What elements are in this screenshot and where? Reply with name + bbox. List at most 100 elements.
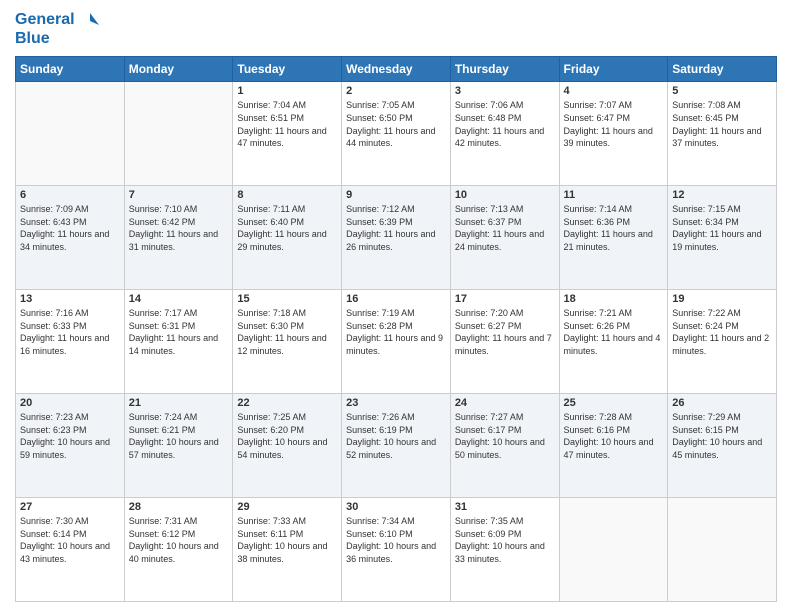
- day-number: 25: [564, 397, 664, 409]
- calendar-day-cell: 5Sunrise: 7:08 AMSunset: 6:45 PMDaylight…: [668, 82, 777, 186]
- calendar-table: Sunday Monday Tuesday Wednesday Thursday…: [15, 56, 777, 602]
- calendar-day-cell: 16 Sunrise: 7:19 AMSunset: 6:28 PMDayligh…: [342, 290, 451, 394]
- day-info: Sunrise: 7:26 AMSunset: 6:19 PMDaylight:…: [346, 411, 446, 461]
- day-info: Sunrise: 7:20 AMSunset: 6:27 PMDaylight:…: [455, 307, 555, 357]
- calendar-day-cell: 26 Sunrise: 7:29 AMSunset: 6:15 PMDayligh…: [668, 394, 777, 498]
- day-number: 1: [237, 85, 337, 97]
- day-info: Sunrise: 7:33 AMSunset: 6:11 PMDaylight:…: [237, 515, 337, 565]
- day-info: Sunrise: 7:19 AMSunset: 6:28 PMDaylight:…: [346, 307, 446, 357]
- calendar-day-cell: 24 Sunrise: 7:27 AMSunset: 6:17 PMDayligh…: [450, 394, 559, 498]
- day-info: Sunrise: 7:34 AMSunset: 6:10 PMDaylight:…: [346, 515, 446, 565]
- day-number: 6: [20, 189, 120, 201]
- day-info: Sunrise: 7:09 AMSunset: 6:43 PMDaylight:…: [20, 203, 120, 253]
- logo-blue-text: Blue: [15, 29, 99, 48]
- day-number: 23: [346, 397, 446, 409]
- day-number: 29: [237, 501, 337, 513]
- calendar-day-cell: 17 Sunrise: 7:20 AMSunset: 6:27 PMDayligh…: [450, 290, 559, 394]
- logo-text: General: [15, 10, 99, 29]
- day-info: Sunrise: 7:04 AMSunset: 6:51 PMDaylight:…: [237, 99, 337, 149]
- day-info: Sunrise: 7:17 AMSunset: 6:31 PMDaylight:…: [129, 307, 229, 357]
- day-number: 28: [129, 501, 229, 513]
- logo: General Blue: [15, 10, 99, 48]
- day-number: 17: [455, 293, 555, 305]
- col-sunday: Sunday: [16, 57, 125, 82]
- calendar-day-cell: 7 Sunrise: 7:10 AMSunset: 6:42 PMDaylight…: [124, 186, 233, 290]
- day-info: Sunrise: 7:24 AMSunset: 6:21 PMDaylight:…: [129, 411, 229, 461]
- calendar-day-cell: 31Sunrise: 7:35 AMSunset: 6:09 PMDayligh…: [450, 498, 559, 602]
- day-info: Sunrise: 7:10 AMSunset: 6:42 PMDaylight:…: [129, 203, 229, 253]
- calendar-week-row: 27 Sunrise: 7:30 AMSunset: 6:14 PMDayligh…: [16, 498, 777, 602]
- day-number: 30: [346, 501, 446, 513]
- calendar-day-cell: 11Sunrise: 7:14 AMSunset: 6:36 PMDayligh…: [559, 186, 668, 290]
- calendar-day-cell: 6 Sunrise: 7:09 AMSunset: 6:43 PMDaylight…: [16, 186, 125, 290]
- day-number: 13: [20, 293, 120, 305]
- calendar-day-cell: 25 Sunrise: 7:28 AMSunset: 6:16 PMDayligh…: [559, 394, 668, 498]
- day-info: Sunrise: 7:23 AMSunset: 6:23 PMDaylight:…: [20, 411, 120, 461]
- day-number: 22: [237, 397, 337, 409]
- day-number: 12: [672, 189, 772, 201]
- calendar-day-cell: [16, 82, 125, 186]
- calendar-day-cell: 23 Sunrise: 7:26 AMSunset: 6:19 PMDayligh…: [342, 394, 451, 498]
- day-number: 15: [237, 293, 337, 305]
- day-info: Sunrise: 7:31 AMSunset: 6:12 PMDaylight:…: [129, 515, 229, 565]
- calendar-day-cell: 28 Sunrise: 7:31 AMSunset: 6:12 PMDayligh…: [124, 498, 233, 602]
- col-saturday: Saturday: [668, 57, 777, 82]
- calendar-day-cell: 13 Sunrise: 7:16 AMSunset: 6:33 PMDayligh…: [16, 290, 125, 394]
- day-number: 9: [346, 189, 446, 201]
- day-info: Sunrise: 7:21 AMSunset: 6:26 PMDaylight:…: [564, 307, 664, 357]
- day-info: Sunrise: 7:22 AMSunset: 6:24 PMDaylight:…: [672, 307, 772, 357]
- day-info: Sunrise: 7:06 AMSunset: 6:48 PMDaylight:…: [455, 99, 555, 149]
- calendar-day-cell: 2 Sunrise: 7:05 AMSunset: 6:50 PMDaylight…: [342, 82, 451, 186]
- col-friday: Friday: [559, 57, 668, 82]
- day-number: 14: [129, 293, 229, 305]
- calendar-day-cell: [668, 498, 777, 602]
- calendar-day-cell: 12 Sunrise: 7:15 AMSunset: 6:34 PMDayligh…: [668, 186, 777, 290]
- day-info: Sunrise: 7:30 AMSunset: 6:14 PMDaylight:…: [20, 515, 120, 565]
- day-info: Sunrise: 7:11 AMSunset: 6:40 PMDaylight:…: [237, 203, 337, 253]
- day-number: 4: [564, 85, 664, 97]
- calendar-day-cell: 29 Sunrise: 7:33 AMSunset: 6:11 PMDayligh…: [233, 498, 342, 602]
- day-number: 2: [346, 85, 446, 97]
- day-number: 19: [672, 293, 772, 305]
- day-number: 31: [455, 501, 555, 513]
- day-number: 10: [455, 189, 555, 201]
- col-tuesday: Tuesday: [233, 57, 342, 82]
- day-number: 16: [346, 293, 446, 305]
- calendar-day-cell: 4 Sunrise: 7:07 AMSunset: 6:47 PMDaylight…: [559, 82, 668, 186]
- day-number: 7: [129, 189, 229, 201]
- day-info: Sunrise: 7:29 AMSunset: 6:15 PMDaylight:…: [672, 411, 772, 461]
- day-number: 27: [20, 501, 120, 513]
- day-info: Sunrise: 7:13 AMSunset: 6:37 PMDaylight:…: [455, 203, 555, 253]
- day-number: 5: [672, 85, 772, 97]
- calendar-day-cell: 9Sunrise: 7:12 AMSunset: 6:39 PMDaylight…: [342, 186, 451, 290]
- calendar-day-cell: 3 Sunrise: 7:06 AMSunset: 6:48 PMDaylight…: [450, 82, 559, 186]
- calendar-day-cell: 1 Sunrise: 7:04 AMSunset: 6:51 PMDaylight…: [233, 82, 342, 186]
- day-number: 18: [564, 293, 664, 305]
- calendar-day-cell: 15Sunrise: 7:18 AMSunset: 6:30 PMDayligh…: [233, 290, 342, 394]
- calendar-week-row: 6 Sunrise: 7:09 AMSunset: 6:43 PMDaylight…: [16, 186, 777, 290]
- calendar-header-row: Sunday Monday Tuesday Wednesday Thursday…: [16, 57, 777, 82]
- day-info: Sunrise: 7:14 AMSunset: 6:36 PMDaylight:…: [564, 203, 664, 253]
- logo-wing-icon: [81, 11, 99, 29]
- col-monday: Monday: [124, 57, 233, 82]
- day-number: 20: [20, 397, 120, 409]
- day-number: 24: [455, 397, 555, 409]
- calendar-day-cell: 10 Sunrise: 7:13 AMSunset: 6:37 PMDayligh…: [450, 186, 559, 290]
- day-info: Sunrise: 7:07 AMSunset: 6:47 PMDaylight:…: [564, 99, 664, 149]
- calendar-week-row: 13 Sunrise: 7:16 AMSunset: 6:33 PMDayligh…: [16, 290, 777, 394]
- day-info: Sunrise: 7:28 AMSunset: 6:16 PMDaylight:…: [564, 411, 664, 461]
- calendar-day-cell: [559, 498, 668, 602]
- calendar-day-cell: 20 Sunrise: 7:23 AMSunset: 6:23 PMDayligh…: [16, 394, 125, 498]
- day-number: 26: [672, 397, 772, 409]
- calendar-day-cell: 8Sunrise: 7:11 AMSunset: 6:40 PMDaylight…: [233, 186, 342, 290]
- day-info: Sunrise: 7:16 AMSunset: 6:33 PMDaylight:…: [20, 307, 120, 357]
- calendar-day-cell: [124, 82, 233, 186]
- calendar-day-cell: 19 Sunrise: 7:22 AMSunset: 6:24 PMDayligh…: [668, 290, 777, 394]
- day-info: Sunrise: 7:05 AMSunset: 6:50 PMDaylight:…: [346, 99, 446, 149]
- calendar-day-cell: 30 Sunrise: 7:34 AMSunset: 6:10 PMDayligh…: [342, 498, 451, 602]
- day-info: Sunrise: 7:15 AMSunset: 6:34 PMDaylight:…: [672, 203, 772, 253]
- header: General Blue: [15, 10, 777, 48]
- day-info: Sunrise: 7:27 AMSunset: 6:17 PMDaylight:…: [455, 411, 555, 461]
- day-number: 3: [455, 85, 555, 97]
- day-info: Sunrise: 7:25 AMSunset: 6:20 PMDaylight:…: [237, 411, 337, 461]
